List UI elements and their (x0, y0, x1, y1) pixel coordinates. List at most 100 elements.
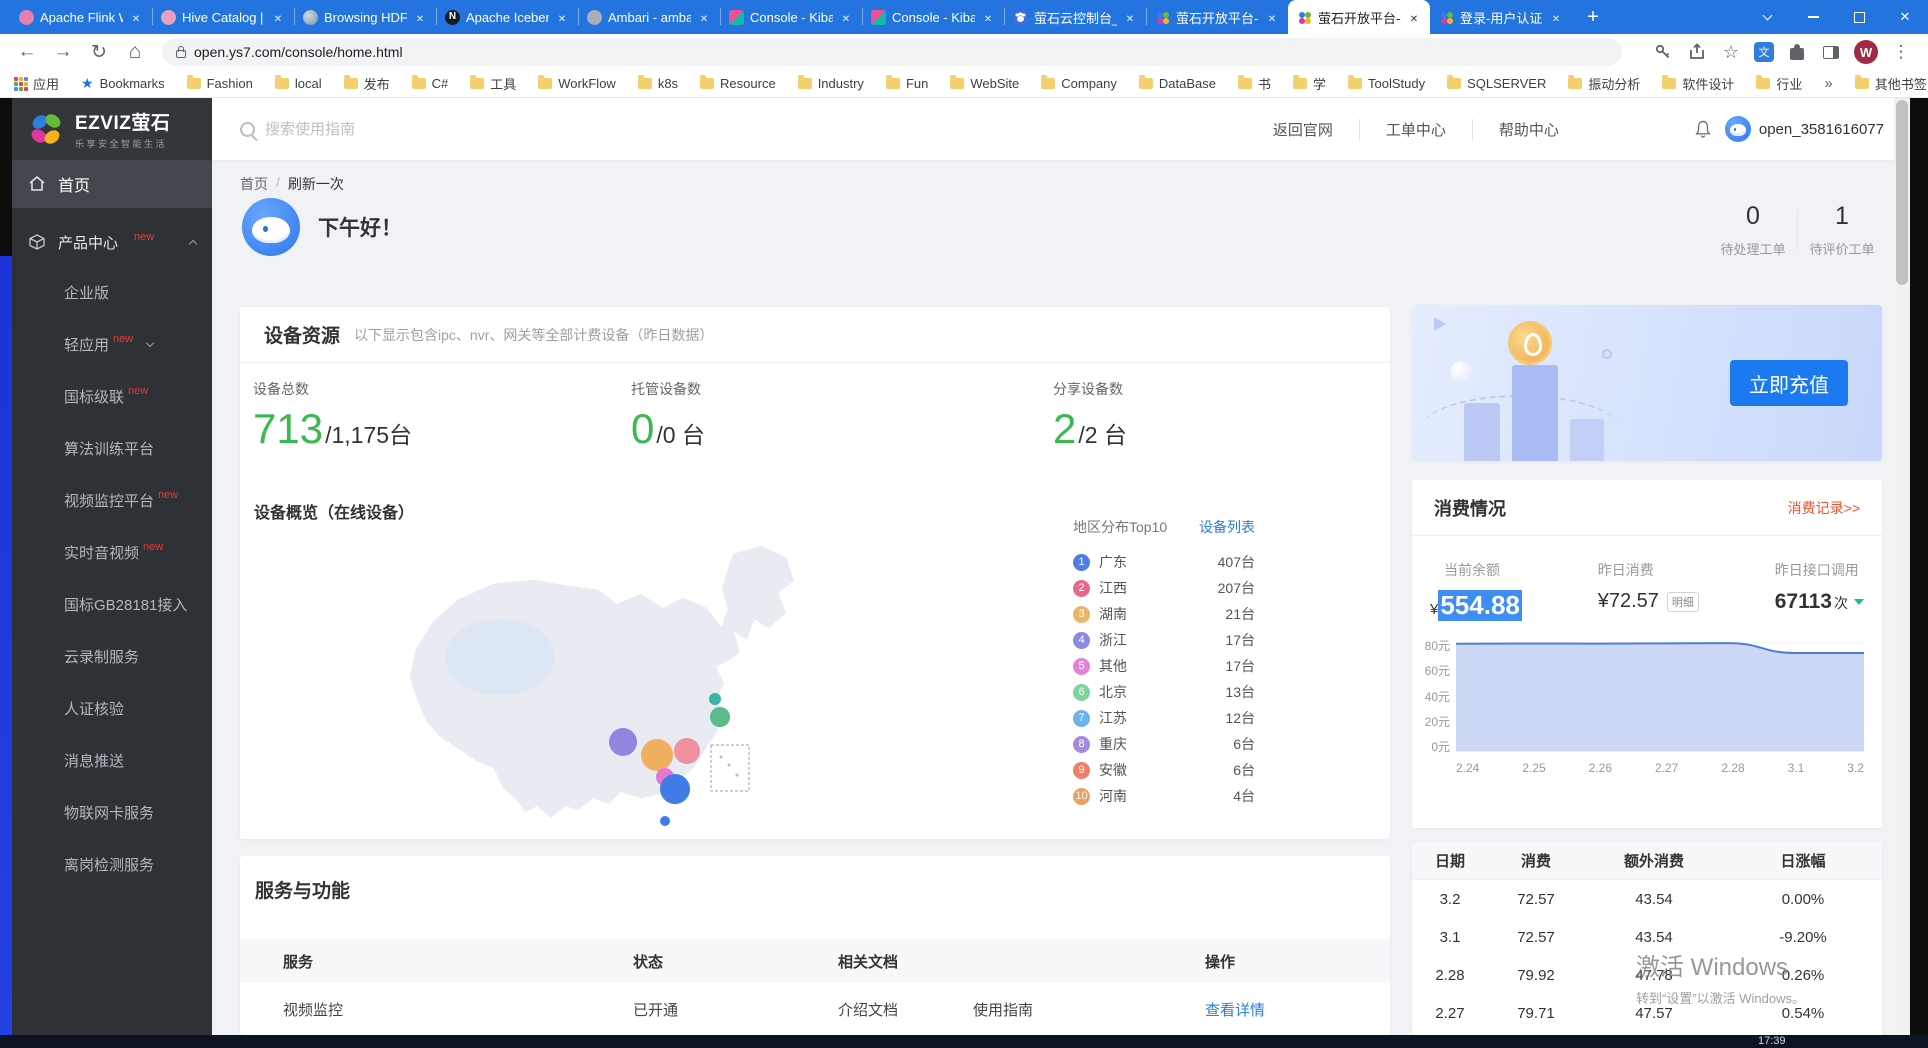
sidebar-subitem[interactable]: 消息推送 (12, 734, 212, 786)
sidebar-subitem[interactable]: 物联网卡服务 (12, 786, 212, 838)
sidebar-subitem[interactable]: 实时音视频new (12, 526, 212, 578)
bookmark-folder[interactable]: Industry (798, 74, 864, 93)
recharge-button[interactable]: 立即充值 (1730, 360, 1848, 406)
address-bar[interactable]: open.ys7.com/console/home.html (162, 38, 1622, 66)
password-key-icon[interactable] (1652, 41, 1674, 63)
bookmark-folder[interactable]: 书 (1238, 74, 1271, 93)
bookmark-folder[interactable]: DataBase (1139, 74, 1216, 93)
close-button[interactable] (1882, 0, 1928, 34)
browser-tab[interactable]: Hive Catalog | (152, 0, 294, 34)
bookmark-folder[interactable]: 振动分析 (1568, 74, 1640, 93)
search-input[interactable] (265, 121, 595, 138)
minimize-button[interactable] (1790, 0, 1836, 34)
china-map[interactable] (365, 537, 870, 829)
browser-tab[interactable]: Apache Iceberg (436, 0, 578, 34)
tab-close-icon[interactable] (839, 10, 853, 25)
sidebar-subitem[interactable]: 算法训练平台 (12, 422, 212, 474)
tab-close-icon[interactable] (981, 10, 995, 25)
review-work-orders[interactable]: 1 待评价工单 (1798, 202, 1886, 258)
bookmark-folder[interactable]: k8s (638, 74, 678, 93)
help-center-link[interactable]: 帮助中心 (1472, 119, 1585, 140)
translate-extension-icon[interactable] (1754, 42, 1774, 62)
bookmark-folder[interactable]: Resource (700, 74, 776, 93)
user-guide-link[interactable]: 使用指南 (973, 999, 1033, 1020)
tab-close-icon[interactable] (1407, 10, 1421, 25)
side-panel-icon[interactable] (1823, 46, 1839, 59)
other-bookmarks[interactable]: 其他书签 (1855, 74, 1927, 93)
menu-kebab-icon[interactable] (1890, 41, 1912, 63)
ezviz-logo[interactable]: EZVIZ萤石 乐享安全智能生活 (12, 98, 212, 160)
bookmark-folder[interactable]: 软件设计 (1662, 74, 1734, 93)
user-account[interactable]: open_3581616077 (1725, 116, 1884, 142)
bell-icon[interactable] (1693, 119, 1713, 139)
back-icon[interactable] (12, 37, 42, 67)
bookmark-folder[interactable]: 学 (1293, 74, 1326, 93)
work-order-center-link[interactable]: 工单中心 (1359, 119, 1472, 140)
sidebar-subitem[interactable]: 离岗检测服务 (12, 838, 212, 890)
bookmark-folder[interactable]: SQLSERVER (1447, 74, 1546, 93)
browser-tab[interactable]: Apache Flink W (10, 0, 152, 34)
bookmark-folder[interactable]: 工具 (470, 74, 516, 93)
share-icon[interactable] (1686, 41, 1708, 63)
browser-tab[interactable]: 萤石开放平台-开 (1146, 0, 1288, 34)
bookmark-folder[interactable]: WebSite (950, 74, 1019, 93)
tab-close-icon[interactable] (271, 10, 285, 25)
new-tab-button[interactable] (1578, 3, 1608, 31)
scrollbar-thumb[interactable] (1896, 100, 1908, 285)
sidebar-item-home[interactable]: 首页 (12, 160, 212, 208)
profile-avatar[interactable]: W (1854, 40, 1878, 64)
browser-tab[interactable]: 登录-用户认证中 (1430, 0, 1572, 34)
tab-close-icon[interactable] (1123, 10, 1137, 25)
bookmarks-overflow-icon[interactable] (1824, 75, 1832, 92)
tab-search-icon[interactable] (1744, 0, 1790, 34)
tab-close-icon[interactable] (1549, 10, 1563, 25)
browser-tab[interactable]: Console - Kiba (720, 0, 862, 34)
pending-work-orders[interactable]: 0 待处理工单 (1709, 202, 1797, 258)
sidebar-subitem[interactable]: 云录制服务 (12, 630, 212, 682)
detail-badge[interactable]: 明细 (1667, 592, 1699, 612)
browser-tab[interactable]: Console - Kiba (862, 0, 1004, 34)
tab-close-icon[interactable] (1265, 10, 1279, 25)
forward-icon[interactable] (48, 37, 78, 67)
extensions-puzzle-icon[interactable] (1790, 48, 1804, 60)
restore-button[interactable] (1836, 0, 1882, 34)
bookmark-folder[interactable]: ToolStudy (1348, 74, 1425, 93)
dropdown-caret-icon[interactable] (1854, 599, 1864, 605)
browser-tab[interactable]: Ambari - amba (578, 0, 720, 34)
tab-close-icon[interactable] (555, 10, 569, 25)
browser-tab[interactable]: 萤石开放平台-接 (1288, 0, 1430, 34)
sidebar-subitem[interactable]: 国标GB28181接入 (12, 578, 212, 630)
bookmark-folder[interactable]: Fun (886, 74, 928, 93)
apps-shortcut[interactable]: 应用 (14, 74, 59, 93)
bookmark-folder[interactable]: 发布 (344, 74, 390, 93)
bookmark-folder[interactable]: WorkFlow (538, 74, 616, 93)
consumption-records-link[interactable]: 消费记录>> (1788, 498, 1860, 518)
refresh-icon[interactable] (84, 37, 114, 67)
breadcrumb-home[interactable]: 首页 (240, 174, 268, 194)
bookmark-folder[interactable]: C# (412, 74, 449, 93)
url-text[interactable]: open.ys7.com/console/home.html (194, 44, 403, 60)
sidebar-subitem[interactable]: 轻应用new (12, 318, 212, 370)
bookmark-folder[interactable]: local (275, 74, 322, 93)
tab-close-icon[interactable] (697, 10, 711, 25)
browser-tab[interactable]: 萤石云控制台_E (1004, 0, 1146, 34)
tab-close-icon[interactable] (413, 10, 427, 25)
tab-close-icon[interactable] (129, 10, 143, 25)
sidebar-subitem[interactable]: 企业版 (12, 266, 212, 318)
bookmark-folder[interactable]: Fashion (187, 74, 253, 93)
bookmark-folder[interactable]: Company (1041, 74, 1117, 93)
sidebar-subitem[interactable]: 人证核验 (12, 682, 212, 734)
intro-doc-link[interactable]: 介绍文档 (838, 999, 898, 1020)
sidebar-subitem[interactable]: 视频监控平台new (12, 474, 212, 526)
sidebar-subitem[interactable]: 国标级联new (12, 370, 212, 422)
bookmarks-folder[interactable]: Bookmarks (81, 75, 165, 92)
browser-tab[interactable]: Browsing HDFS (294, 0, 436, 34)
home-icon[interactable] (120, 37, 150, 67)
search-box[interactable] (240, 121, 595, 138)
bookmark-star-icon[interactable] (1720, 41, 1742, 63)
view-details-link[interactable]: 查看详情 (1205, 999, 1265, 1020)
bookmark-folder[interactable]: 行业 (1756, 74, 1802, 93)
sidebar-item-product-center[interactable]: 产品中心new (12, 218, 212, 266)
device-list-link[interactable]: 设备列表 (1199, 517, 1255, 537)
page-scrollbar[interactable] (1894, 98, 1910, 1035)
